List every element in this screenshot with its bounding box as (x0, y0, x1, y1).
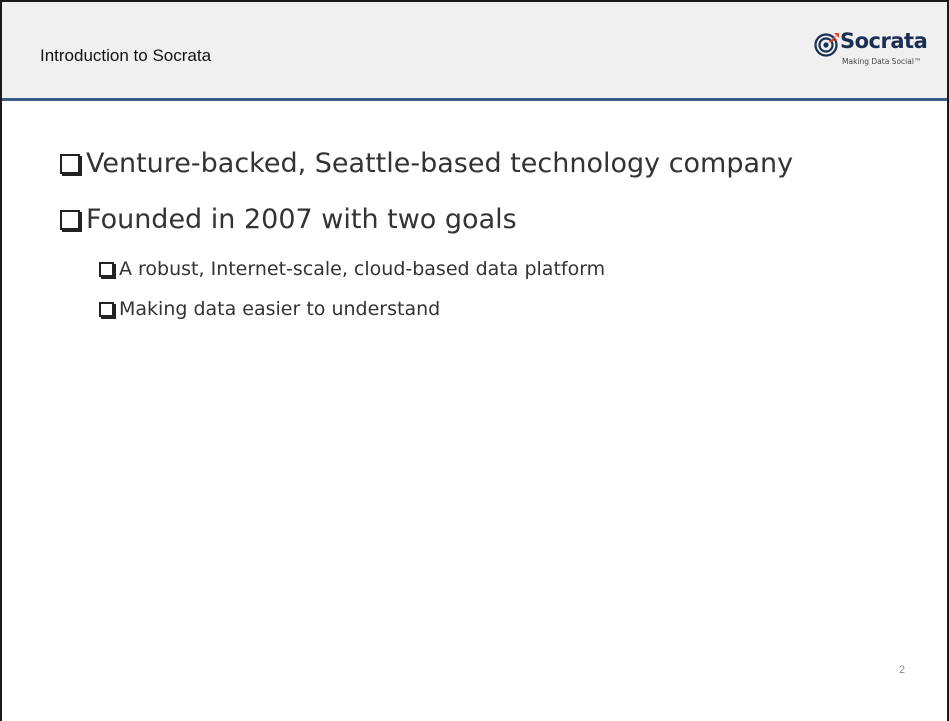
slide-header: Introduction to Socrata Socrata Making D… (2, 2, 947, 101)
header-title: Introduction to Socrata (40, 46, 212, 65)
bullet-item: Making data easier to understand (99, 298, 440, 320)
bullet-item: Founded in 2007 with two goals (60, 204, 517, 235)
bullet-text: Making data easier to understand (119, 298, 441, 320)
bullet-item: A robust, Internet-scale, cloud-based da… (99, 258, 605, 280)
bullet-text: Founded in 2007 with two goals (86, 204, 517, 235)
checkbox-bullet-icon (99, 301, 114, 317)
checkbox-bullet-icon (60, 209, 80, 230)
bullet-text: Venture-backed, Seattle-based technology… (86, 148, 794, 179)
socrata-target-icon (814, 33, 839, 57)
page-number: 2 (899, 664, 906, 676)
checkbox-bullet-icon (99, 261, 114, 277)
checkbox-bullet-icon (60, 153, 80, 174)
slide: Introduction to Socrata Socrata Making D… (0, 0, 949, 721)
logo-tagline: Making Data Social™ (842, 57, 922, 66)
socrata-logo: Socrata Making Data Social™ (814, 27, 940, 77)
bullet-text: A robust, Internet-scale, cloud-based da… (119, 258, 606, 280)
logo-wordmark: Socrata (840, 29, 928, 53)
bullet-item: Venture-backed, Seattle-based technology… (60, 148, 793, 179)
